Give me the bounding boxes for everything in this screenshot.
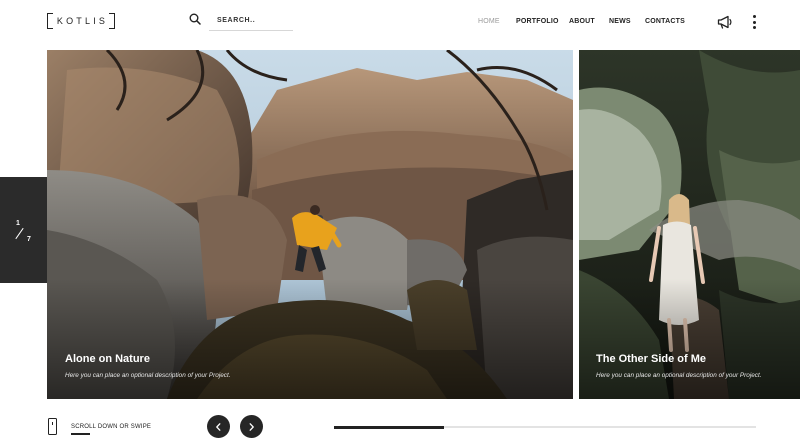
chevron-right-icon [249, 422, 254, 431]
nav-about[interactable]: ABOUT [569, 18, 595, 25]
slide-title[interactable]: The Other Side of Me [596, 353, 706, 365]
logo[interactable]: KOTLIS [47, 13, 115, 29]
search-input[interactable] [209, 10, 293, 31]
next-slide-button[interactable] [240, 415, 263, 438]
total-slide-number: 7 [27, 236, 31, 243]
kebab-menu-icon[interactable] [751, 14, 757, 30]
megaphone-icon[interactable] [717, 15, 733, 29]
slider-progress-fill [334, 425, 444, 429]
slide-description: Here you can place an optional descripti… [65, 372, 231, 379]
current-slide-number: 1 [16, 220, 20, 227]
slide-title[interactable]: Alone on Nature [65, 353, 150, 365]
phone-icon [48, 418, 57, 435]
logo-text: KOTLIS [56, 16, 109, 26]
nav-home[interactable]: HOME [478, 18, 500, 25]
site-header: KOTLIS HOME PORTFOLIO ABOUT NEWS CONTACT… [0, 0, 800, 46]
slide-counter: 1 7 [0, 177, 47, 283]
chevron-left-icon [216, 422, 221, 431]
prev-slide-button[interactable] [207, 415, 230, 438]
slider-progress-bar [334, 425, 756, 429]
nav-contacts[interactable]: CONTACTS [645, 18, 685, 25]
search-icon[interactable] [189, 13, 201, 25]
scroll-hint: SCROLL DOWN OR SWIPE [71, 424, 152, 430]
slide-description: Here you can place an optional descripti… [596, 372, 762, 379]
nav-news[interactable]: NEWS [609, 18, 631, 25]
project-slide-the-other-side-of-me[interactable]: The Other Side of Me Here you can place … [579, 50, 800, 399]
project-slide-alone-on-nature[interactable]: Alone on Nature Here you can place an op… [47, 50, 573, 399]
nav-portfolio[interactable]: PORTFOLIO [516, 18, 559, 25]
